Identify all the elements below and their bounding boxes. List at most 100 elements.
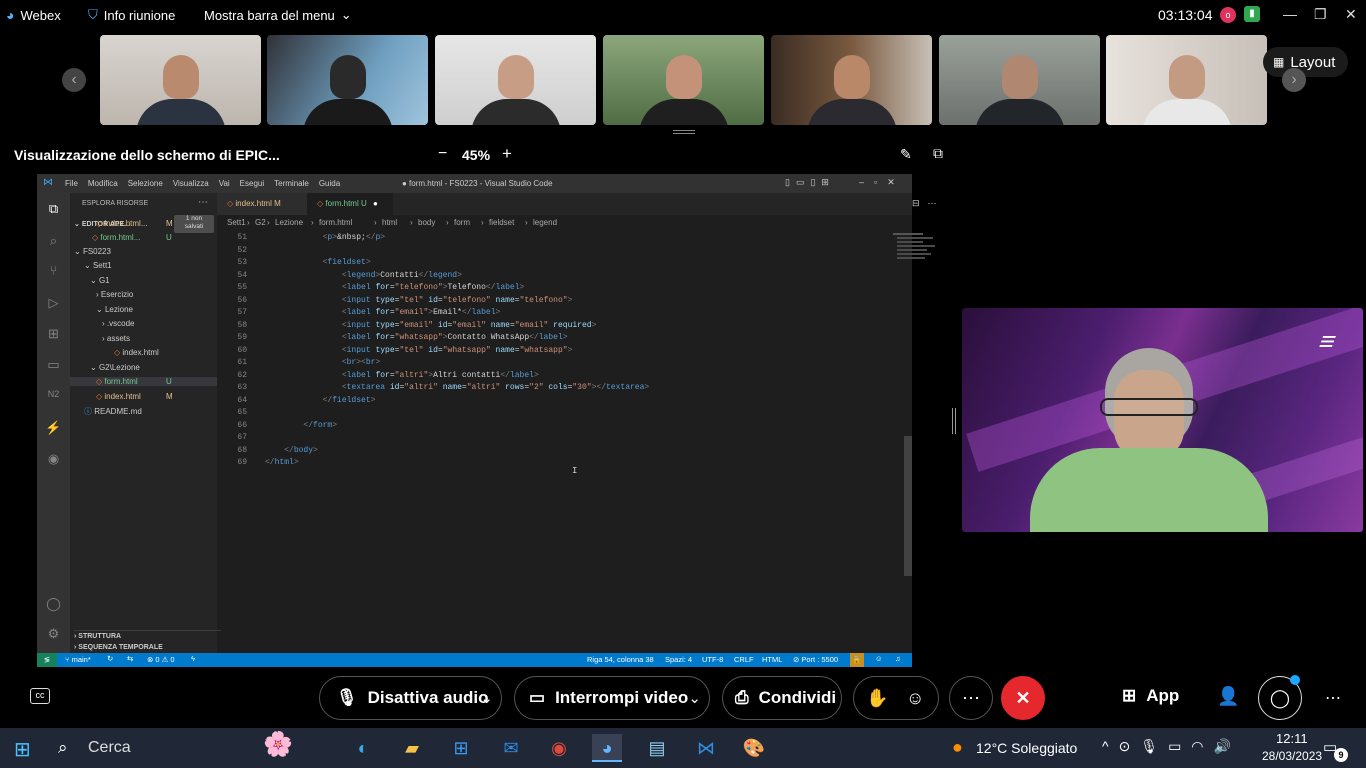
layout-toggle-icons[interactable]: ▯▭▯⊞ bbox=[785, 177, 835, 188]
code-line[interactable]: <label for="email">Email*</label> bbox=[265, 308, 501, 317]
file-explorer-icon[interactable]: ▰ bbox=[397, 734, 427, 762]
menu-item[interactable]: Modifica bbox=[88, 179, 118, 188]
search-highlight-icon[interactable]: 🌸 bbox=[263, 730, 293, 759]
breadcrumb-item[interactable]: Sett1 bbox=[227, 218, 246, 227]
tree-item[interactable]: ⌄ G2\Lezione bbox=[90, 363, 140, 372]
participants-icon[interactable]: 👤 bbox=[1217, 686, 1239, 707]
split-editor-icon[interactable]: ⊟⋯ bbox=[912, 198, 945, 209]
webex-taskbar-icon[interactable]: ◕ bbox=[592, 734, 622, 762]
indentation[interactable]: Spazi: 4 bbox=[665, 655, 692, 664]
problems-indicator[interactable]: ⊗ 0 ⚠ 0 bbox=[147, 655, 175, 664]
leave-meeting-button[interactable]: ✕ bbox=[1001, 676, 1045, 720]
code-line[interactable]: </form> bbox=[265, 421, 337, 430]
menu-item[interactable]: Visualizza bbox=[173, 179, 209, 188]
chevron-left-icon[interactable]: ‹ bbox=[62, 68, 86, 92]
tree-item[interactable]: ◇ index.html M bbox=[96, 392, 173, 401]
code-line[interactable]: <label for="altri">Altri contatti</label… bbox=[265, 371, 539, 380]
code-line[interactable]: </fieldset> bbox=[265, 396, 376, 405]
unsaved-dot-icon[interactable]: ● bbox=[373, 199, 378, 208]
encoding[interactable]: UTF-8 bbox=[702, 655, 723, 664]
apps-button[interactable]: ⊞ App bbox=[1122, 686, 1179, 706]
layout-button[interactable]: ▦ Layout bbox=[1263, 47, 1348, 77]
github-icon[interactable]: ◉ bbox=[45, 451, 62, 468]
zoom-out-icon[interactable]: − bbox=[438, 145, 447, 163]
code-line[interactable]: <input type="tel" id="whatsapp" name="wh… bbox=[265, 346, 573, 355]
search-icon[interactable]: ⌕ bbox=[58, 738, 68, 758]
system-tray-icons[interactable]: ^⊙🎙▭◠🔊 bbox=[1102, 738, 1241, 755]
lightning-icon[interactable]: ϟ bbox=[191, 654, 195, 663]
weather-label[interactable]: 12°C Soleggiato bbox=[976, 740, 1077, 756]
code-line[interactable]: <legend>Contatti</legend> bbox=[265, 271, 462, 280]
breadcrumb-item[interactable]: html bbox=[382, 218, 397, 227]
stop-video-button[interactable]: ▭ Interrompi video ⌄ bbox=[514, 676, 710, 720]
window-controls-icons[interactable]: –▫✕ bbox=[859, 177, 905, 188]
code-line[interactable]: <p>&nbsp;</p> bbox=[265, 233, 385, 242]
n2-extension-icon[interactable]: N2 bbox=[45, 389, 62, 406]
explorer-icon[interactable]: ⧉ bbox=[45, 201, 62, 218]
branch-indicator[interactable]: ⑂ main* bbox=[65, 655, 91, 664]
breadcrumb-item[interactable]: G2 bbox=[255, 218, 266, 227]
chat-button[interactable]: ◯ bbox=[1258, 675, 1302, 720]
menu-item[interactable]: Guida bbox=[319, 179, 340, 188]
code-line[interactable]: </body> bbox=[265, 446, 318, 455]
participant-video[interactable] bbox=[603, 35, 764, 125]
tree-item[interactable]: ◇ form.html U bbox=[70, 377, 217, 386]
extensions-icon[interactable]: ⊞ bbox=[45, 326, 62, 343]
more-options-button[interactable]: ⋯ bbox=[949, 676, 993, 720]
code-line[interactable]: <input type="tel" id="telefono" name="te… bbox=[265, 296, 573, 305]
tree-item[interactable]: › Esercizio bbox=[96, 290, 133, 299]
mail-icon[interactable]: ✉ bbox=[496, 734, 526, 762]
breadcrumb-item[interactable]: body bbox=[418, 218, 435, 227]
close-icon[interactable]: ✕ bbox=[1345, 6, 1357, 23]
microsoft-store-icon[interactable]: ⊞ bbox=[446, 734, 476, 762]
tree-item[interactable]: › assets bbox=[102, 334, 130, 343]
remote-indicator-icon[interactable]: ≶ bbox=[37, 653, 57, 667]
tree-item[interactable]: › .vscode bbox=[102, 319, 134, 328]
code-line[interactable]: </html> bbox=[265, 458, 299, 467]
weather-sun-icon[interactable]: ● bbox=[952, 737, 963, 758]
run-debug-icon[interactable]: ▷ bbox=[45, 295, 62, 312]
source-control-icon[interactable]: ⑂ bbox=[45, 263, 62, 280]
chevron-down-icon[interactable]: ⌄ bbox=[480, 689, 493, 707]
minimap[interactable] bbox=[889, 231, 937, 291]
code-line[interactable]: <textarea id="altri" name="altri" rows="… bbox=[265, 383, 649, 392]
menu-item[interactable]: Esegui bbox=[240, 179, 264, 188]
code-line[interactable]: <label for="whatsapp">Contatto WhatsApp<… bbox=[265, 333, 568, 342]
feedback-icon[interactable]: ☺ bbox=[875, 654, 883, 663]
restore-icon[interactable]: ❐ bbox=[1314, 6, 1327, 23]
resize-handle[interactable] bbox=[673, 130, 695, 134]
code-line[interactable]: <fieldset> bbox=[265, 258, 371, 267]
tree-item[interactable]: ◇ index.html bbox=[114, 348, 159, 357]
paint-icon[interactable]: 🎨 bbox=[739, 734, 769, 762]
code-editor[interactable]: I 51 <p>&nbsp;</p> 52 53 <fieldset> 54 <leg… bbox=[217, 231, 935, 653]
end-of-line[interactable]: CRLF bbox=[734, 655, 754, 664]
participant-video[interactable] bbox=[939, 35, 1100, 125]
sync-icon[interactable]: ↻ bbox=[107, 654, 113, 663]
chevron-right-icon[interactable]: › bbox=[1282, 68, 1306, 92]
remote-explorer-icon[interactable]: ▭ bbox=[45, 357, 62, 374]
popout-icon[interactable]: ⧉ bbox=[933, 145, 943, 162]
clock-time[interactable]: 12:11 bbox=[1276, 731, 1308, 746]
menu-item[interactable]: File bbox=[65, 179, 78, 188]
settings-gear-icon[interactable]: ⚙ bbox=[45, 626, 62, 643]
account-icon[interactable]: ◯ bbox=[45, 596, 62, 613]
menu-item[interactable]: Terminale bbox=[274, 179, 309, 188]
code-line[interactable]: <br><br> bbox=[265, 358, 380, 367]
taskbar-search-label[interactable]: Cerca bbox=[88, 739, 131, 757]
show-menu-bar-button[interactable]: Mostra barra del menu ⌄ bbox=[204, 7, 352, 23]
tree-item[interactable]: ⌄ Sett1 bbox=[84, 261, 112, 270]
share-button[interactable]: ⎙ Condividi bbox=[722, 676, 842, 720]
breadcrumb-item[interactable]: form.html bbox=[319, 218, 352, 227]
live-share-icon[interactable]: ⚡ bbox=[45, 420, 62, 437]
breadcrumb-item[interactable]: fieldset bbox=[489, 218, 514, 227]
meeting-info-button[interactable]: ⛉ Info riunione bbox=[88, 7, 175, 23]
tree-item[interactable]: ◇ form.html... U bbox=[92, 233, 172, 242]
participant-video[interactable] bbox=[435, 35, 596, 125]
menu-item[interactable]: Vai bbox=[219, 179, 230, 188]
chrome-icon[interactable]: ◉ bbox=[544, 734, 574, 762]
tree-item[interactable]: ◇ index.html... M bbox=[96, 219, 173, 228]
edge-icon[interactable]: ◐ bbox=[348, 734, 378, 762]
code-line[interactable]: <input type="email" id="email" name="ema… bbox=[265, 321, 597, 330]
webex-app-title[interactable]: ◕ Webex bbox=[6, 7, 61, 23]
tree-item[interactable]: ⌄ G1 bbox=[90, 276, 110, 285]
